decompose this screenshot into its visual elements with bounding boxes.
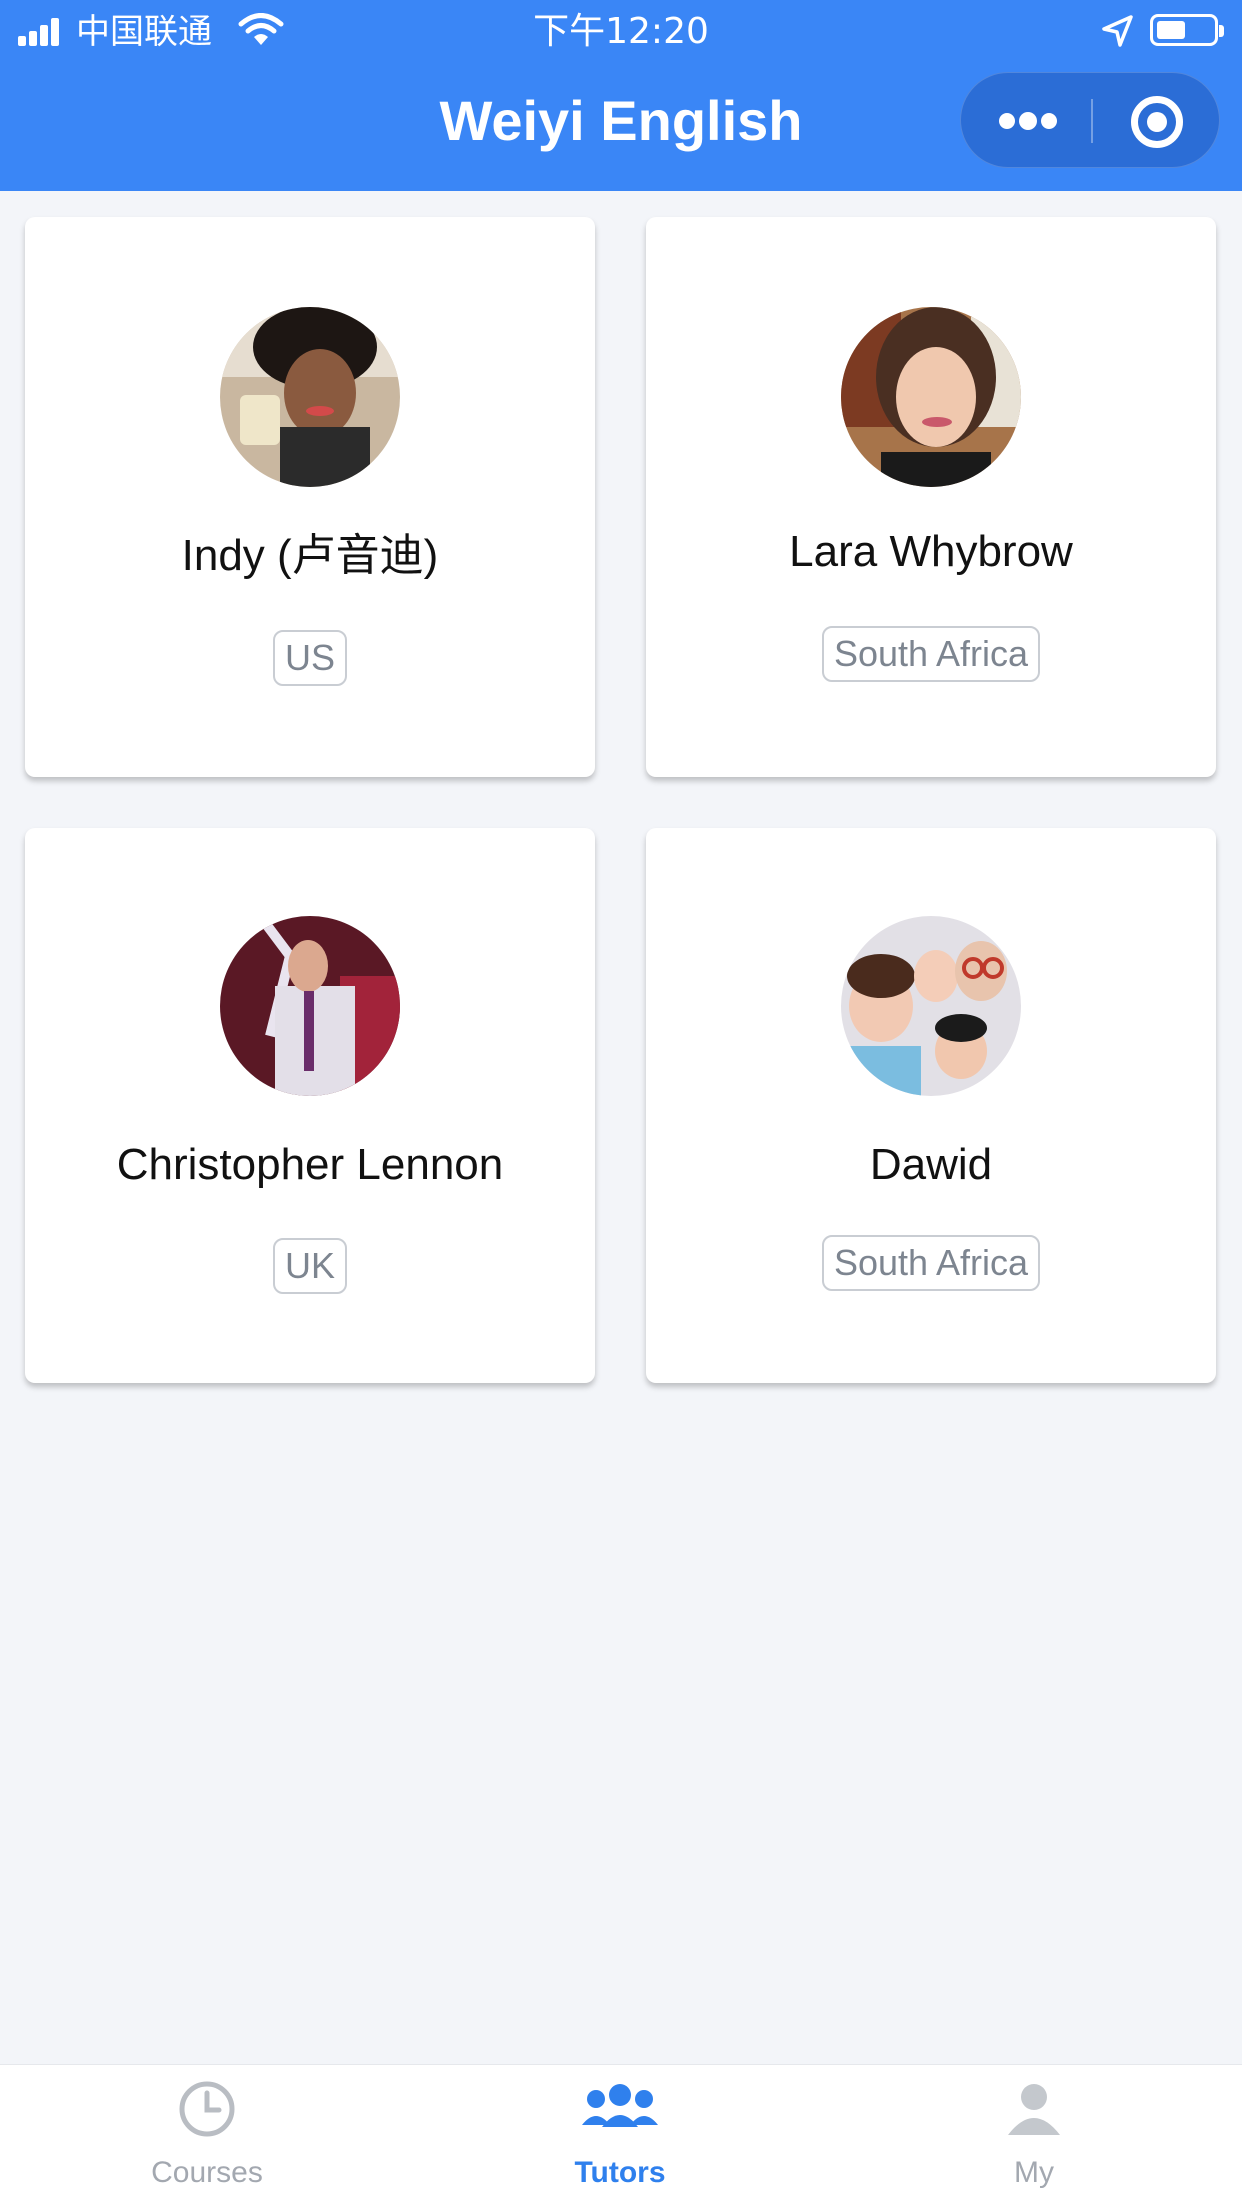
status-bar: 中国联通 下午12:20: [0, 0, 1242, 62]
people-icon: [582, 2084, 658, 2127]
tutor-country-badge: South Africa: [821, 1235, 1041, 1291]
more-button[interactable]: [961, 73, 1091, 169]
location-arrow-icon: [1102, 15, 1133, 47]
battery-icon: [1150, 14, 1224, 46]
tab-my[interactable]: My: [934, 2065, 1134, 2208]
tutor-avatar: [841, 916, 1021, 1096]
tutor-country-badge: South Africa: [821, 626, 1041, 682]
tab-label: My: [1014, 2156, 1054, 2189]
screen: 中国联通 下午12:20 Weiyi English Indy (卢音迪) US…: [0, 0, 1242, 2208]
tutor-name: Indy (卢音迪): [181, 531, 439, 580]
tutor-card[interactable]: Dawid South Africa: [646, 828, 1216, 1383]
tab-bar: Courses Tutors My: [0, 2064, 1242, 2208]
close-miniprogram-button[interactable]: [1093, 73, 1221, 169]
tutor-card[interactable]: Indy (卢音迪) US: [25, 217, 595, 777]
tutor-avatar: [220, 307, 400, 487]
tutor-avatar: [841, 307, 1021, 487]
header: 中国联通 下午12:20 Weiyi English: [0, 0, 1242, 191]
tutor-name: Christopher Lennon: [116, 1140, 504, 1189]
tutor-name: Lara Whybrow: [789, 527, 1073, 576]
person-icon: [1008, 2084, 1060, 2135]
clock-icon: [179, 2081, 235, 2137]
more-dot: [999, 113, 1015, 129]
tab-courses[interactable]: Courses: [107, 2065, 307, 2208]
tutor-country-badge: US: [272, 630, 347, 686]
tab-label: Tutors: [574, 2156, 666, 2189]
tutor-card[interactable]: Lara Whybrow South Africa: [646, 217, 1216, 777]
menu-capsule: [960, 72, 1220, 168]
tab-label: Courses: [151, 2156, 263, 2189]
status-time: 下午12:20: [533, 11, 709, 52]
tutor-name: Dawid: [869, 1140, 993, 1189]
tutor-avatar: [220, 916, 400, 1096]
tab-tutors[interactable]: Tutors: [520, 2065, 720, 2208]
tutor-card[interactable]: Christopher Lennon UK: [25, 828, 595, 1383]
more-dot: [1019, 112, 1037, 130]
tutor-country-badge: UK: [272, 1238, 347, 1294]
more-dot: [1041, 113, 1057, 129]
